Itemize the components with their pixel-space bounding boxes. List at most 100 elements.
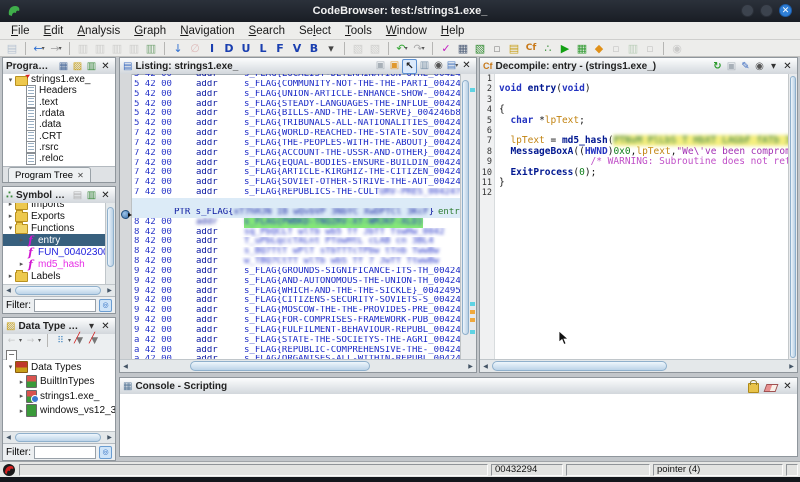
paste-run-icon[interactable]: ▥: [143, 41, 159, 56]
register-values-icon[interactable]: ◆: [591, 41, 607, 56]
set-byte-icon[interactable]: B: [306, 41, 322, 56]
dtm-forward-icon[interactable]: →: [24, 335, 37, 347]
expander-icon[interactable]: ▸: [6, 203, 15, 208]
decompile-line-3[interactable]: [499, 95, 789, 105]
listing-row[interactable]: 9 42 00 addr s_FLAG{AND-AUTONOMOUS-THE-UNI…: [132, 277, 460, 287]
tree-item--reloc[interactable]: .reloc: [3, 152, 115, 165]
listing-row[interactable]: 7 42 00 addr s_FLAG{EQUAL-BODIES-ENSURE-BU…: [132, 159, 460, 169]
menu-select[interactable]: Select: [292, 24, 338, 38]
listing-code-area[interactable]: 5 42 00 addr s_FLAG{LOCALIST-DETERMINATION…: [132, 74, 460, 360]
scroll-right-icon[interactable]: ▶: [786, 360, 797, 372]
symbol-tree-hscrollbar[interactable]: ◀ ▶: [3, 284, 115, 296]
dtm-filter-input[interactable]: [34, 445, 96, 459]
decompile-line-12[interactable]: [499, 188, 789, 198]
menu-graph[interactable]: Graph: [127, 24, 173, 38]
expander-icon[interactable]: ▸: [17, 378, 26, 386]
expander-icon[interactable]: ▸: [17, 236, 26, 244]
dtm-filter-arrays-icon[interactable]: ▼: [73, 333, 86, 347]
filter-options-icon[interactable]: ◎: [99, 298, 112, 312]
listing-row[interactable]: 9 42 00 addr s_FLAG{FULFILMENT-BEHAVIOUR-R…: [132, 326, 460, 336]
window-icon-1[interactable]: ▫: [608, 41, 624, 56]
tree-view-icon[interactable]: ▦: [57, 60, 70, 73]
decompile-vscrollbar[interactable]: [788, 74, 797, 360]
scrollbar-thumb[interactable]: [190, 361, 370, 371]
listing-row[interactable]: 5 42 00 addr s_FLAG{BILLS-AND-THE-LAW-SERV…: [132, 109, 460, 119]
tab-close-icon[interactable]: ✕: [77, 171, 84, 180]
scroll-right-icon[interactable]: ▶: [104, 432, 115, 443]
close-icon[interactable]: ✕: [781, 380, 794, 393]
tree-item-entry[interactable]: ▸ f entry: [3, 234, 115, 247]
create-label-icon[interactable]: L: [255, 41, 271, 56]
menu-search[interactable]: Search: [242, 24, 292, 38]
listing-row[interactable]: 9 42 00 addr s_FLAG{CITIZENS-SECURITY-SOVI…: [132, 296, 460, 306]
validate-icon[interactable]: ✓: [438, 41, 454, 56]
forward-icon[interactable]: → ▾: [48, 41, 64, 56]
menu-dropdown-icon[interactable]: ▾: [85, 320, 98, 333]
tree-item-md5-hash[interactable]: ▸ f md5_hash: [3, 258, 115, 271]
tree-item-imports[interactable]: ▸ Imports: [3, 203, 115, 210]
snapshot-icon[interactable]: ◉: [432, 59, 445, 72]
merge-icon-1[interactable]: ▧: [350, 41, 366, 56]
expander-icon[interactable]: ▸: [17, 407, 26, 415]
symbol-tree-vscrollbar[interactable]: [105, 203, 115, 285]
export-program-icon[interactable]: ▧: [472, 41, 488, 56]
dtm-hscrollbar[interactable]: ◀ ▶: [3, 431, 115, 443]
expander-icon[interactable]: ▸: [6, 272, 15, 280]
paste-icon-3[interactable]: ▥: [126, 41, 142, 56]
dtm-filter-pointers-icon[interactable]: ▼: [88, 333, 101, 347]
listing-row[interactable]: 9 42 00 addr s_FLAG{GROUNDS-SIGNIFICANCE-I…: [132, 267, 460, 277]
cursor-tool-icon[interactable]: ↖: [402, 58, 417, 74]
menu-analysis[interactable]: Analysis: [70, 24, 127, 38]
decompile-line-5[interactable]: char *lpText;: [499, 115, 789, 126]
scroll-left-icon[interactable]: ◀: [120, 360, 131, 372]
decompile-line-10[interactable]: ExitProcess(0);: [499, 167, 789, 178]
close-icon[interactable]: ✕: [460, 59, 473, 72]
edit-icon[interactable]: ✎: [739, 60, 752, 73]
export-icon[interactable]: ▥: [85, 60, 98, 73]
listing-hscrollbar[interactable]: ◀ ▶: [120, 359, 476, 372]
expander-icon[interactable]: ▾: [6, 363, 15, 371]
tree-item--text[interactable]: .text: [3, 96, 115, 109]
window-icon-3[interactable]: ▫: [642, 41, 658, 56]
expander-icon[interactable]: ▾: [6, 224, 15, 232]
decompiler-icon[interactable]: Cf: [523, 41, 539, 56]
export-icon[interactable]: ▥: [85, 189, 98, 202]
tree-item-fun-00402300[interactable]: f FUN_00402300: [3, 246, 115, 259]
set-instruction-icon[interactable]: I: [204, 41, 220, 56]
edit-fields-icon[interactable]: ▤ ▾: [446, 59, 459, 72]
goto-symbol-icon[interactable]: ▤: [71, 189, 84, 202]
listing-row[interactable]: 8 42 00 addr w_TBQ7CtTT wlTb wbS Tf 7 JwTT…: [132, 257, 460, 267]
menu-window[interactable]: Window: [379, 24, 434, 38]
tree-item-strings1-exe-[interactable]: ▸ strings1.exe_: [3, 389, 115, 404]
function-graph-icon[interactable]: ∴: [540, 41, 556, 56]
tree-item-strings1-exe-[interactable]: ▾ strings1.exe_: [3, 74, 115, 86]
paste-icon[interactable]: ▣: [388, 59, 401, 72]
close-icon[interactable]: ✕: [99, 320, 112, 333]
listing-blank-line[interactable]: [132, 197, 460, 208]
back-icon[interactable]: ← ▾: [31, 41, 47, 56]
refresh-icon[interactable]: ↻: [711, 60, 724, 73]
close-icon[interactable]: ✕: [99, 60, 112, 73]
copy-icon[interactable]: ▣: [725, 60, 738, 73]
filter-options-icon[interactable]: ◎: [99, 445, 112, 459]
bytes-viewer-icon[interactable]: ▤: [506, 41, 522, 56]
rename-variable-icon[interactable]: V: [289, 41, 305, 56]
set-data-icon[interactable]: D: [221, 41, 237, 56]
tree-item-headers[interactable]: Headers: [3, 84, 115, 97]
expander-icon[interactable]: ▸: [6, 212, 15, 220]
tree-item-exports[interactable]: ▸ Exports: [3, 210, 115, 222]
listing-row[interactable]: 5 42 00 addr s_FLAG{TRIBUNALS-ALL-NATIONAL…: [132, 119, 460, 129]
window-minimize-button[interactable]: [741, 4, 754, 17]
scroll-right-icon[interactable]: ▶: [465, 360, 476, 372]
listing-row[interactable]: 8 42 00 addr T_uPbLqccTALnt PTowHtL cLAB c…: [132, 237, 460, 247]
save-icon[interactable]: ▤: [4, 41, 20, 56]
listing-row[interactable]: 9 42 00 addr s_FLAG{MOSCOW-THE-THE-PROVIDE…: [132, 306, 460, 316]
listing-row[interactable]: 7 42 00 addr s_FLAG{WORLD-REACHED-THE-STAT…: [132, 129, 460, 139]
menu-dropdown-icon[interactable]: ▾: [767, 60, 780, 73]
decompile-hscrollbar[interactable]: ◀ ▶: [480, 359, 797, 372]
memory-map-icon[interactable]: ▦: [574, 41, 590, 56]
window-close-button[interactable]: ✕: [779, 4, 792, 17]
menu-help[interactable]: Help: [434, 24, 472, 38]
undo-icon[interactable]: ↶ ▾: [394, 41, 410, 56]
scroll-left-icon[interactable]: ◀: [480, 360, 491, 372]
